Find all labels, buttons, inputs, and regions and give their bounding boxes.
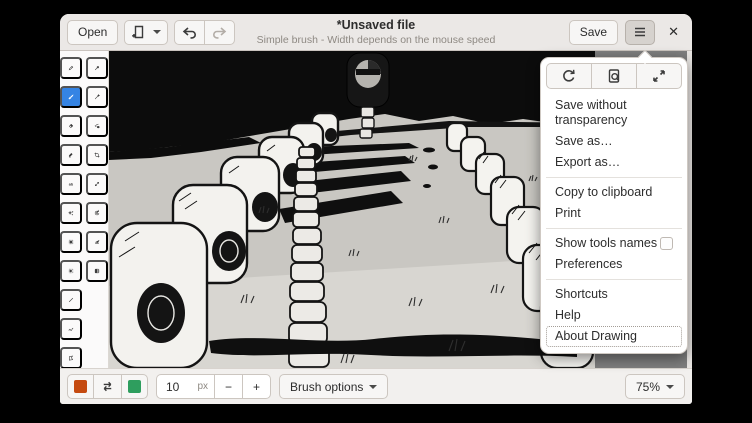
- menu-item-export-as[interactable]: Export as…: [546, 152, 682, 173]
- manga-drawing: [109, 51, 595, 368]
- zoom-level-value: 75%: [636, 380, 660, 394]
- tool-width-input[interactable]: 10 px: [156, 374, 214, 399]
- swap-colors-icon: [100, 379, 115, 394]
- tool-color-picker[interactable]: [86, 57, 108, 79]
- menu-item-help[interactable]: Help: [546, 305, 682, 326]
- menu-button[interactable]: [625, 20, 655, 45]
- bottom-options-bar: 10 px − + Brush options 75%: [60, 368, 692, 404]
- secondary-color-swatch: [128, 380, 141, 393]
- main-color-button[interactable]: [67, 374, 93, 399]
- width-increase-button[interactable]: +: [242, 374, 271, 399]
- svg-text:ab: ab: [69, 183, 74, 187]
- undo-button[interactable]: [174, 20, 204, 45]
- image-preview-icon: [606, 68, 622, 84]
- undo-icon: [181, 24, 198, 40]
- open-button[interactable]: Open: [67, 20, 118, 45]
- menu-item-about-drawing[interactable]: About Drawing: [546, 326, 682, 347]
- tool-skew[interactable]: [86, 231, 108, 253]
- fullscreen-button[interactable]: [636, 63, 682, 89]
- desktop-background: Open: [0, 0, 752, 423]
- dropdown-caret-icon: [153, 30, 161, 34]
- drawing-canvas-image[interactable]: [109, 51, 595, 368]
- fullscreen-icon: [651, 68, 667, 84]
- dropdown-caret-icon: [369, 385, 377, 389]
- tool-scale[interactable]: [86, 173, 108, 195]
- tool-line[interactable]: [60, 289, 82, 311]
- zoom-level-button[interactable]: 75%: [625, 374, 685, 399]
- save-button[interactable]: Save: [569, 20, 618, 45]
- menu-item-save-without-transparency[interactable]: Save without transparency: [546, 95, 682, 131]
- menu-item-label: Show tools names: [555, 236, 657, 251]
- tools-sidebar: ab: [60, 51, 109, 368]
- close-button[interactable]: ✕: [662, 20, 685, 45]
- tool-pencil[interactable]: [60, 57, 82, 79]
- menu-item-shortcuts[interactable]: Shortcuts: [546, 284, 682, 305]
- brush-options-button[interactable]: Brush options: [279, 374, 388, 399]
- redo-button[interactable]: [204, 20, 235, 45]
- tool-highlighter[interactable]: [60, 144, 82, 166]
- tool-brush[interactable]: [60, 86, 82, 108]
- new-image-icon: [131, 24, 147, 40]
- tool-rotate[interactable]: [86, 202, 108, 224]
- menu-item-copy-to-clipboard[interactable]: Copy to clipboard: [546, 182, 682, 203]
- secondary-color-button[interactable]: [121, 374, 148, 399]
- menu-separator: [546, 279, 682, 280]
- menu-item-preferences[interactable]: Preferences: [546, 254, 682, 275]
- window-title: *Unsaved file: [257, 18, 496, 34]
- window-title-box: *Unsaved file Simple brush - Width depen…: [257, 18, 496, 47]
- image-preview-button[interactable]: [591, 63, 636, 89]
- headerbar: Open: [60, 14, 692, 51]
- tool-rectangle-selection[interactable]: [60, 231, 82, 253]
- menu-item-show-tools-names[interactable]: Show tools names: [546, 233, 682, 254]
- tool-width-unit: px: [197, 381, 208, 392]
- main-menu: Save without transparency Save as… Expor…: [546, 94, 682, 348]
- tool-color-selection[interactable]: [86, 86, 108, 108]
- new-image-dropdown-button[interactable]: [124, 20, 168, 45]
- show-tools-names-checkbox[interactable]: [660, 237, 673, 250]
- tool-text[interactable]: ab: [60, 173, 82, 195]
- reload-icon: [561, 68, 577, 84]
- menu-separator: [546, 177, 682, 178]
- tool-crop[interactable]: [86, 144, 108, 166]
- dropdown-caret-icon: [666, 385, 674, 389]
- redo-icon: [211, 24, 228, 40]
- main-color-swatch: [74, 380, 87, 393]
- main-menu-popover: Save without transparency Save as… Expor…: [540, 57, 688, 354]
- window-subtitle: Simple brush - Width depends on the mous…: [257, 34, 496, 47]
- reload-button[interactable]: [546, 63, 591, 89]
- tool-polygon[interactable]: [60, 347, 82, 369]
- menu-item-save-as[interactable]: Save as…: [546, 131, 682, 152]
- tool-paint[interactable]: [86, 115, 108, 137]
- hamburger-icon: [632, 24, 648, 40]
- drawing-app-window: Open: [60, 14, 692, 404]
- tool-eraser[interactable]: [60, 115, 82, 137]
- tool-curve[interactable]: [60, 318, 82, 340]
- swap-colors-button[interactable]: [93, 374, 121, 399]
- menu-item-print[interactable]: Print: [546, 203, 682, 224]
- tool-width-value: 10: [166, 380, 179, 394]
- brush-options-label: Brush options: [290, 380, 363, 394]
- menu-separator: [546, 228, 682, 229]
- tool-filters[interactable]: [86, 260, 108, 282]
- width-decrease-button[interactable]: −: [214, 374, 242, 399]
- tool-points[interactable]: [60, 202, 82, 224]
- tool-free-selection[interactable]: [60, 260, 82, 282]
